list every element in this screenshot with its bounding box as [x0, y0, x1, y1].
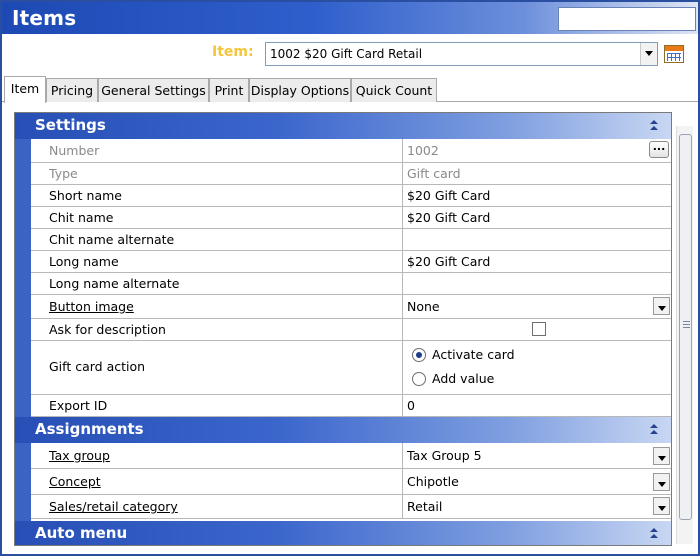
tab-item[interactable]: Item — [4, 76, 46, 103]
chit-name-alternate-field[interactable] — [404, 229, 671, 250]
row-number: Number 1002 ... — [31, 139, 671, 163]
chevron-down-icon — [658, 306, 666, 311]
row-label: Short name — [31, 185, 403, 206]
row-export-id: Export ID 0 — [31, 395, 671, 417]
tab-general-settings[interactable]: General Settings — [98, 78, 209, 102]
item-label: Item: — [212, 44, 254, 60]
row-label: Number — [31, 139, 403, 162]
type-value: Gift card — [407, 166, 461, 181]
row-label: Ask for description — [31, 319, 403, 340]
property-grid: Settings Number 1002 ... Type Gift card … — [14, 112, 672, 546]
tax-group-value: Tax Group 5 — [407, 448, 482, 463]
button-image-value: None — [407, 299, 440, 314]
export-id-field[interactable]: 0 — [404, 395, 671, 416]
chevron-down-icon — [658, 482, 666, 487]
title-search-field[interactable] — [558, 7, 696, 31]
radio-label: Add value — [432, 371, 495, 386]
chit-name-field[interactable]: $20 Gift Card — [404, 207, 671, 228]
tab-quick-count[interactable]: Quick Count — [351, 78, 437, 102]
grid-gutter — [15, 113, 31, 545]
row-label: Chit name alternate — [31, 229, 403, 250]
section-auto-menu-header[interactable]: Auto menu — [15, 521, 671, 545]
sales-retail-category-value: Retail — [407, 499, 443, 514]
row-tax-group: Tax group Tax Group 5 — [31, 443, 671, 469]
row-label: Chit name — [31, 207, 403, 228]
concept-value: Chipotle — [407, 474, 459, 489]
short-name-field[interactable]: $20 Gift Card — [404, 185, 671, 206]
title-bar: Items — [2, 2, 698, 34]
tab-display-options[interactable]: Display Options — [249, 78, 351, 102]
radio-label: Activate card — [432, 347, 515, 362]
row-sales-retail-category: Sales/retail category Retail — [31, 495, 671, 519]
number-value: 1002 — [407, 143, 439, 158]
row-label: Long name — [31, 251, 403, 272]
tab-print[interactable]: Print — [209, 78, 249, 102]
ellipsis-button[interactable]: ... — [649, 141, 669, 158]
item-dropdown-button[interactable] — [640, 43, 657, 65]
concept-link[interactable]: Concept — [49, 474, 101, 489]
concept-combo[interactable]: Chipotle — [404, 469, 671, 494]
row-ask-for-description: Ask for description — [31, 319, 671, 341]
section-assignments-header[interactable]: Assignments — [15, 417, 671, 443]
double-chevron-up-icon[interactable] — [647, 423, 661, 437]
row-button-image: Button image None — [31, 295, 671, 319]
ask-for-description-checkbox[interactable] — [532, 322, 546, 336]
button-image-dropdown-button[interactable] — [653, 297, 670, 315]
section-auto-menu-title: Auto menu — [35, 524, 128, 542]
button-image-combo[interactable]: None — [404, 295, 671, 318]
calendar-icon[interactable] — [664, 45, 684, 63]
tax-group-link[interactable]: Tax group — [49, 448, 110, 463]
item-selector-bar: Item: 1002 $20 Gift Card Retail — [2, 34, 698, 74]
row-long-name: Long name $20 Gift Card — [31, 251, 671, 273]
row-chit-name-alternate: Chit name alternate — [31, 229, 671, 251]
sales-retail-category-link[interactable]: Sales/retail category — [49, 499, 178, 514]
grip-icon — [683, 321, 690, 322]
row-long-name-alternate: Long name alternate — [31, 273, 671, 295]
chevron-down-icon — [645, 51, 653, 56]
item-dropdown-value: 1002 $20 Gift Card Retail — [270, 47, 423, 61]
button-image-link[interactable]: Button image — [49, 299, 134, 314]
window-title: Items — [12, 6, 77, 30]
double-chevron-up-icon[interactable] — [647, 527, 661, 541]
scrollbar-thumb[interactable] — [679, 134, 692, 520]
tax-group-dropdown-button[interactable] — [653, 447, 670, 465]
row-label: Gift card action — [31, 341, 403, 394]
section-assignments-title: Assignments — [35, 420, 144, 438]
sales-retail-category-combo[interactable]: Retail — [404, 495, 671, 518]
radio-button[interactable] — [412, 372, 426, 386]
double-chevron-up-icon[interactable] — [647, 119, 661, 133]
row-concept: Concept Chipotle — [31, 469, 671, 495]
section-settings-title: Settings — [35, 116, 106, 134]
tab-pricing[interactable]: Pricing — [46, 78, 98, 102]
row-type: Type Gift card — [31, 163, 671, 185]
row-gift-card-action: Gift card action Activate card Add value — [31, 341, 671, 395]
row-label: Long name alternate — [31, 273, 403, 294]
item-dropdown[interactable]: 1002 $20 Gift Card Retail — [265, 42, 658, 66]
tax-group-combo[interactable]: Tax Group 5 — [404, 443, 671, 468]
chevron-down-icon — [658, 506, 666, 511]
sales-retail-category-dropdown-button[interactable] — [653, 497, 670, 515]
section-settings-header[interactable]: Settings — [15, 113, 671, 139]
row-label: Type — [31, 163, 403, 184]
row-chit-name: Chit name $20 Gift Card — [31, 207, 671, 229]
radio-button-selected[interactable] — [412, 348, 426, 362]
vertical-scrollbar[interactable] — [676, 126, 693, 544]
long-name-alternate-field[interactable] — [404, 273, 671, 294]
items-window: Items Item: 1002 $20 Gift Card Retail It… — [0, 0, 700, 556]
long-name-field[interactable]: $20 Gift Card — [404, 251, 671, 272]
row-short-name: Short name $20 Gift Card — [31, 185, 671, 207]
chevron-down-icon — [658, 456, 666, 461]
concept-dropdown-button[interactable] — [653, 473, 670, 491]
row-label: Export ID — [31, 395, 403, 416]
